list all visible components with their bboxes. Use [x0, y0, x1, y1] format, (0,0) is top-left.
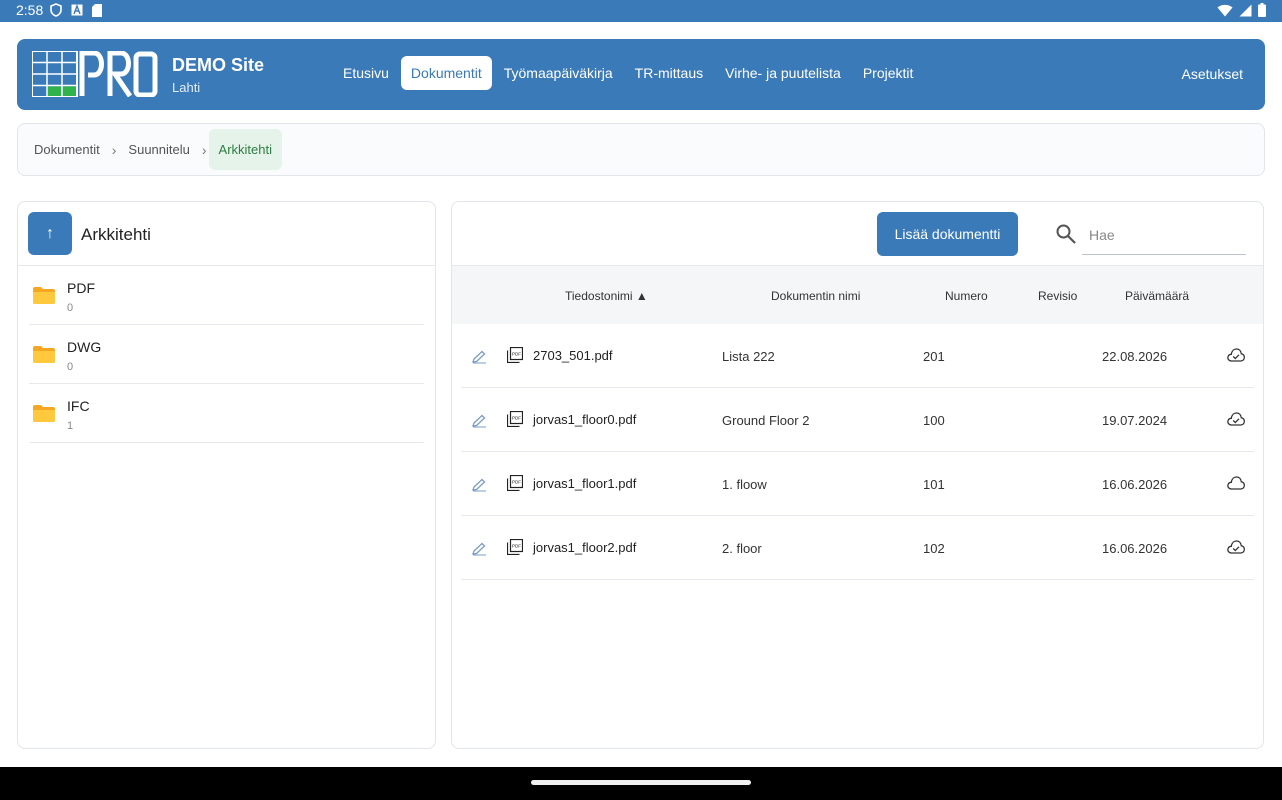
- svg-text:PDF: PDF: [512, 544, 521, 549]
- row-document-name: 2. floor: [722, 541, 762, 556]
- row-date: 16.06.2026: [1102, 541, 1168, 556]
- nav-tyomaapaivakirja[interactable]: Työmaapäiväkirja: [494, 56, 623, 90]
- row-number: 201: [923, 349, 945, 364]
- row-filename[interactable]: jorvas1_floor1.pdf: [533, 476, 636, 491]
- nav-tr-mittaus[interactable]: TR-mittaus: [625, 56, 713, 90]
- folder-item-dwg[interactable]: DWG 0: [29, 325, 424, 384]
- breadcrumb-dokumentit[interactable]: Dokumentit: [24, 136, 110, 163]
- pro-logo: [32, 51, 158, 97]
- system-navigation-bar: [0, 767, 1282, 800]
- add-document-button[interactable]: Lisää dokumentti: [877, 212, 1018, 256]
- folder-icon: [33, 346, 55, 363]
- pencil-icon[interactable]: [471, 542, 487, 556]
- folder-count: 1: [67, 420, 74, 432]
- status-bar: 2:58: [0, 0, 1282, 22]
- settings-link[interactable]: Asetukset: [1182, 66, 1243, 82]
- table-row[interactable]: PDF jorvas1_floor1.pdf 1. floow 101 16.0…: [461, 452, 1254, 516]
- pdf-file-icon: PDF: [507, 475, 523, 491]
- pencil-icon[interactable]: [471, 414, 487, 428]
- site-name: DEMO Site: [172, 55, 265, 75]
- row-document-name: Lista 222: [722, 349, 775, 364]
- column-header-document-name[interactable]: Dokumentin nimi: [771, 289, 860, 303]
- folder-icon: [33, 287, 55, 304]
- row-filename[interactable]: jorvas1_floor0.pdf: [533, 412, 636, 427]
- table-header: Tiedostonimi ▲ Dokumentin nimi Numero Re…: [452, 265, 1263, 324]
- sd-card-icon: [92, 3, 102, 17]
- main-nav: Etusivu Dokumentit Työmaapäiväkirja TR-m…: [333, 56, 923, 90]
- nav-virhe-ja-puutelista[interactable]: Virhe- ja puutelista: [715, 56, 851, 90]
- battery-icon: [1258, 3, 1266, 17]
- folder-item-pdf[interactable]: PDF 0: [29, 266, 424, 325]
- row-date: 19.07.2024: [1102, 413, 1168, 428]
- breadcrumb-arkkitehti[interactable]: Arkkitehti: [208, 129, 283, 170]
- folder-list: PDF 0 DWG 0 IFC 1: [18, 266, 435, 443]
- up-folder-button[interactable]: ↑: [28, 212, 72, 255]
- app-header: DEMO Site Lahti Etusivu Dokumentit Työma…: [17, 39, 1265, 110]
- row-document-name: 1. floow: [722, 477, 767, 492]
- row-number: 100: [923, 413, 945, 428]
- site-city: Lahti: [172, 80, 201, 95]
- current-folder-title: Arkkitehti: [81, 225, 151, 244]
- row-filename[interactable]: jorvas1_floor2.pdf: [533, 540, 636, 555]
- row-number: 102: [923, 541, 945, 556]
- row-number: 101: [923, 477, 945, 492]
- folder-name: IFC: [67, 398, 90, 414]
- text-a-icon: [71, 4, 83, 16]
- table-row[interactable]: PDF jorvas1_floor0.pdf Ground Floor 2 10…: [461, 388, 1254, 452]
- search-icon[interactable]: [1055, 223, 1077, 245]
- breadcrumb: Dokumentit › Suunnitelu › Arkkitehti: [17, 123, 1265, 176]
- chevron-right-icon: ›: [201, 141, 207, 158]
- cloud-done-icon[interactable]: [1227, 540, 1245, 554]
- row-date: 16.06.2026: [1102, 477, 1168, 492]
- cloud-done-icon[interactable]: [1227, 412, 1245, 426]
- document-panel: Lisää dokumentti Tiedostonimi ▲ Dokument…: [451, 201, 1264, 749]
- breadcrumb-suunnitelu[interactable]: Suunnitelu: [118, 136, 199, 163]
- row-document-name: Ground Floor 2: [722, 413, 810, 428]
- search-input[interactable]: [1082, 215, 1246, 255]
- folder-icon: [33, 405, 55, 422]
- document-table-body: PDF 2703_501.pdf Lista 222 201 22.08.202…: [461, 324, 1254, 580]
- nav-projektit[interactable]: Projektit: [853, 56, 924, 90]
- row-filename[interactable]: 2703_501.pdf: [533, 348, 613, 363]
- column-header-revision[interactable]: Revisio: [1038, 289, 1077, 303]
- svg-text:PDF: PDF: [512, 352, 521, 357]
- pencil-icon[interactable]: [471, 350, 487, 364]
- folder-count: 0: [67, 302, 74, 314]
- status-time: 2:58: [16, 2, 44, 18]
- column-header-filename[interactable]: Tiedostonimi ▲: [565, 289, 648, 303]
- nav-dokumentit[interactable]: Dokumentit: [400, 56, 492, 90]
- folder-item-ifc[interactable]: IFC 1: [29, 384, 424, 443]
- column-header-date[interactable]: Päivämäärä: [1125, 289, 1189, 303]
- pdf-file-icon: PDF: [507, 539, 523, 555]
- wifi-icon: [1217, 4, 1233, 16]
- home-gesture-handle[interactable]: [531, 780, 751, 785]
- cloud-done-icon[interactable]: [1227, 348, 1245, 362]
- signal-icon: [1239, 4, 1252, 16]
- svg-text:PDF: PDF: [512, 416, 521, 421]
- chevron-right-icon: ›: [111, 141, 117, 158]
- table-row[interactable]: PDF 2703_501.pdf Lista 222 201 22.08.202…: [461, 324, 1254, 388]
- folder-panel-header: ↑ Arkkitehti: [18, 202, 435, 266]
- folder-name: PDF: [67, 280, 95, 296]
- row-date: 22.08.2026: [1102, 349, 1168, 364]
- column-header-number[interactable]: Numero: [945, 289, 988, 303]
- table-row[interactable]: PDF jorvas1_floor2.pdf 2. floor 102 16.0…: [461, 516, 1254, 580]
- pencil-icon[interactable]: [471, 478, 487, 492]
- folder-count: 0: [67, 361, 74, 373]
- shield-icon: [50, 3, 62, 17]
- folder-name: DWG: [67, 339, 102, 355]
- nav-etusivu[interactable]: Etusivu: [333, 56, 399, 90]
- svg-text:PDF: PDF: [512, 480, 521, 485]
- cloud-icon[interactable]: [1227, 476, 1245, 490]
- folder-panel: ↑ Arkkitehti PDF 0 DWG 0 IFC 1: [17, 201, 436, 749]
- pdf-file-icon: PDF: [507, 411, 523, 427]
- pdf-file-icon: PDF: [507, 347, 523, 363]
